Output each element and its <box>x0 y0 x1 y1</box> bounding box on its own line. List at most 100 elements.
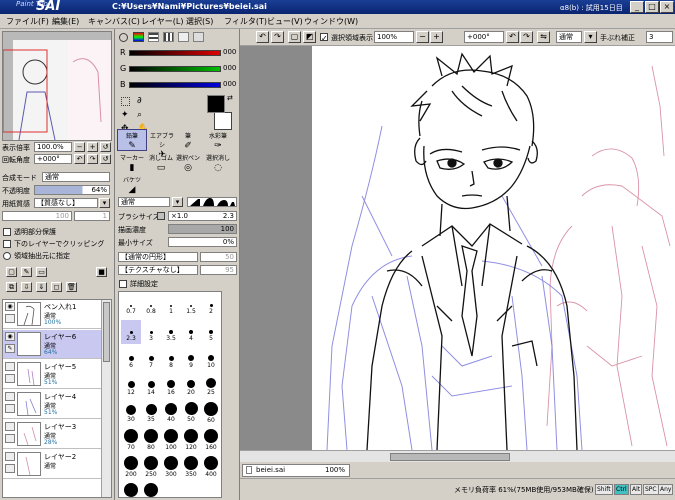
brush-size-preset[interactable]: 350 <box>181 455 201 479</box>
secondary-color-swatch[interactable] <box>214 112 232 130</box>
brush-size-preset[interactable]: 6 <box>121 347 141 371</box>
brush-shape-selector[interactable] <box>187 197 237 207</box>
flip-horizontal-icon[interactable]: ⇋ <box>537 31 550 43</box>
display-mode-dropdown-icon[interactable]: ▾ <box>584 31 597 43</box>
brush-size-preset[interactable]: 80 <box>141 428 161 452</box>
brush-size-lock-checkbox[interactable] <box>157 212 165 220</box>
opacity-slider[interactable]: 64% <box>34 185 110 195</box>
layer-row[interactable]: レイヤー4 通常 51% <box>3 390 101 419</box>
zoom-select[interactable]: 100% <box>374 31 414 43</box>
clear-layer-icon[interactable]: ◻ <box>51 282 62 292</box>
lasso-icon[interactable]: ∂ <box>137 96 142 106</box>
merge-down-icon[interactable]: ⇩ <box>21 282 32 292</box>
brush-mode-select[interactable]: 通常 <box>118 197 170 207</box>
brush-size-preset[interactable]: 10 <box>201 347 221 371</box>
rotate-left-icon[interactable]: ↶ <box>74 154 85 164</box>
zoom-in-icon[interactable]: + <box>87 142 98 152</box>
preserve-opacity-checkbox[interactable] <box>3 228 11 236</box>
angle-select[interactable]: +000° <box>464 31 504 43</box>
copy-layer-icon[interactable]: ⧉ <box>6 282 17 292</box>
brush-size-preset[interactable]: 40 <box>161 401 181 425</box>
brush-texture-strength[interactable]: 95 <box>200 265 237 275</box>
eye-icon[interactable] <box>5 452 15 461</box>
menu-edit[interactable]: 編集(E) <box>52 16 79 27</box>
brush-size-preset[interactable]: 30 <box>121 401 141 425</box>
drawing-canvas[interactable] <box>312 46 675 450</box>
brush-size-preset[interactable]: 25 <box>201 374 221 398</box>
tool-watercolor[interactable]: 水彩筆 ✑ <box>203 129 233 151</box>
tool-select-eraser[interactable]: 選択消し ◌ <box>203 151 233 173</box>
selection-source-radio[interactable] <box>3 252 11 260</box>
brush-size-preset[interactable]: 0.7 <box>121 293 141 317</box>
g-value[interactable]: 000 <box>223 64 236 72</box>
rotate-right-icon[interactable]: ↷ <box>87 154 98 164</box>
scrollbar-thumb[interactable] <box>390 453 510 461</box>
menu-file[interactable]: ファイル(F) <box>6 16 49 27</box>
brush-size-preset[interactable]: 5 <box>201 320 221 344</box>
menu-filter[interactable]: フィルタ(T) <box>224 16 267 27</box>
brush-size-preset[interactable]: 20 <box>181 374 201 398</box>
layer-row[interactable]: ◉ ✎ レイヤー6 通常 64% <box>3 330 101 359</box>
redo-icon[interactable]: ↷ <box>271 31 284 43</box>
b-value[interactable]: 000 <box>223 80 236 88</box>
brush-size-preset[interactable]: 3.5 <box>161 320 181 344</box>
brush-size-preset[interactable]: 9 <box>181 347 201 371</box>
color-mixer-icon[interactable] <box>193 32 204 42</box>
clipping-checkbox[interactable] <box>3 240 11 248</box>
brush-size-preset[interactable]: 60 <box>201 401 221 425</box>
layer-row[interactable]: レイヤー2 通常 <box>3 450 101 479</box>
zoom-tool-icon[interactable]: ⌕ <box>137 110 142 120</box>
brush-size-preset[interactable]: 2.3 <box>121 320 141 344</box>
brush-size-preset[interactable]: 100 <box>161 428 181 452</box>
selection-display-checkbox[interactable]: ✓ <box>320 33 328 43</box>
eye-icon[interactable]: ◉ <box>5 302 15 311</box>
magic-wand-icon[interactable]: ✦ <box>121 110 129 120</box>
lock-icon[interactable] <box>5 464 15 473</box>
brush-size-preset[interactable]: 1.5 <box>181 293 201 317</box>
swap-colors-icon[interactable]: ⇄ <box>227 94 233 102</box>
brush-size-preset[interactable]: 35 <box>141 401 161 425</box>
undo-icon[interactable]: ↶ <box>256 31 269 43</box>
brush-size-preset[interactable]: 450 <box>121 482 141 497</box>
merge-visible-icon[interactable]: ⇓ <box>36 282 47 292</box>
delete-layer-icon[interactable]: 🗑 <box>66 282 77 292</box>
close-button[interactable]: × <box>660 1 674 13</box>
layer-row[interactable]: ◉ ペン入れ1 通常 100% <box>3 300 101 329</box>
paper-rate[interactable]: 100 <box>2 211 72 221</box>
stabilizer-select[interactable]: 3 <box>646 31 673 43</box>
g-slider[interactable] <box>129 66 221 72</box>
maximize-button[interactable]: □ <box>645 1 659 13</box>
brush-size-preset[interactable]: 7 <box>141 347 161 371</box>
brush-size-preset[interactable]: 3 <box>141 320 161 344</box>
tool-pencil[interactable]: 鉛筆 ✎ <box>117 129 147 151</box>
canvas-area[interactable] <box>240 46 675 450</box>
brush-size-preset[interactable]: 8 <box>161 347 181 371</box>
lock-icon[interactable] <box>5 434 15 443</box>
eye-icon[interactable] <box>5 422 15 431</box>
eye-icon[interactable]: ◉ <box>5 332 15 341</box>
menu-window[interactable]: ウィンドウ(W) <box>304 16 358 27</box>
brush-size-preset[interactable]: 400 <box>201 455 221 479</box>
document-tab[interactable]: beiei.sai 100% <box>242 464 350 477</box>
brush-size-preset[interactable]: 500 <box>141 482 161 497</box>
brush-shape-select[interactable]: 【通常の円形】 <box>118 252 198 262</box>
brush-icon[interactable]: ✎ <box>5 344 15 353</box>
tool-eraser[interactable]: 消しゴム ▭ <box>146 151 176 173</box>
display-mode-select[interactable]: 通常 <box>556 31 582 43</box>
hsv-slider-icon[interactable] <box>148 32 159 42</box>
rotate-right-button[interactable]: ↷ <box>520 31 533 43</box>
rotate-left-button[interactable]: ↶ <box>506 31 519 43</box>
brush-size-preset[interactable]: 160 <box>201 428 221 452</box>
brush-size-preset[interactable]: 2 <box>201 293 221 317</box>
rgb-slider-icon[interactable] <box>133 32 144 42</box>
canvas-horizontal-scrollbar[interactable] <box>240 450 675 462</box>
brush-size-preset[interactable]: 1 <box>161 293 181 317</box>
brush-shape-strength[interactable]: 50 <box>200 252 237 262</box>
blend-mode-select[interactable]: 通常 <box>42 172 110 182</box>
zoom-out-button[interactable]: − <box>416 31 429 43</box>
minimize-button[interactable]: _ <box>630 1 644 13</box>
brush-size-preset[interactable]: 16 <box>161 374 181 398</box>
density-slider[interactable]: 100 <box>168 224 237 234</box>
rotate-reset-icon[interactable]: ↺ <box>100 154 111 164</box>
menu-canvas[interactable]: キャンバス(C) <box>88 16 140 27</box>
